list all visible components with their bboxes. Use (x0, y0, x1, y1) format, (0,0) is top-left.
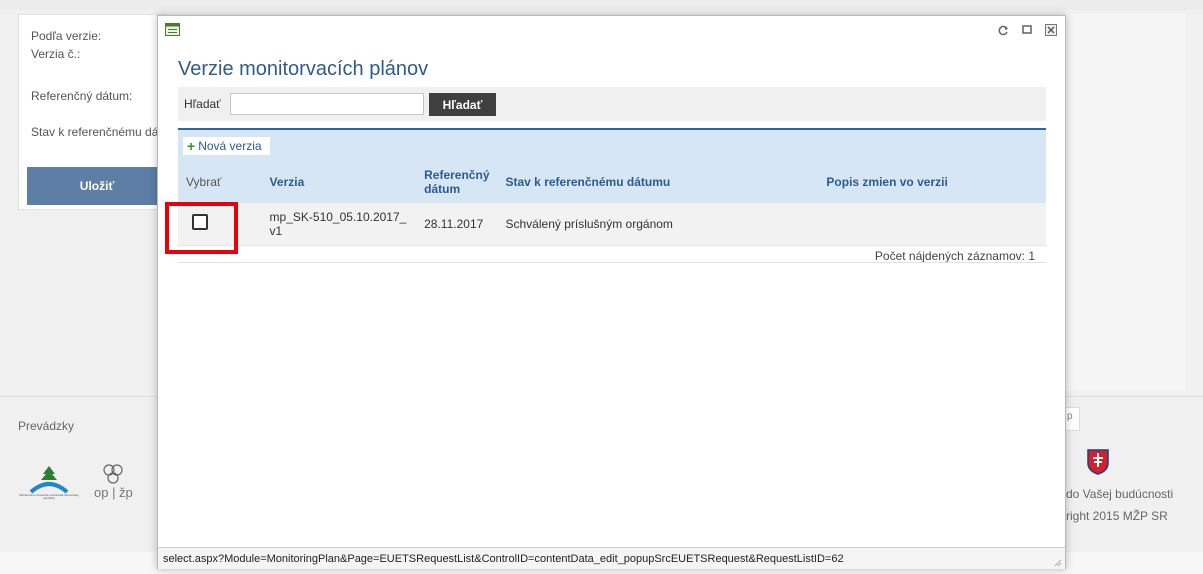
search-bar: Hľadať Hľadať (178, 87, 1046, 121)
col-header-description[interactable]: Popis zmien vo verzii (818, 161, 1046, 203)
ministry-logo: Ministerstvo životného prostredia Sloven… (18, 464, 80, 500)
op-zp-text: op | žp (94, 485, 133, 500)
description-cell (818, 203, 1046, 246)
version-form: Podľa verzie: Verzia č.: Referenčný dátu… (18, 14, 168, 210)
resize-grip-icon[interactable] (1054, 559, 1062, 567)
status-bar: select.aspx?Module=MonitoringPlan&Page=E… (158, 547, 1065, 569)
maximize-icon[interactable] (1021, 24, 1033, 36)
form-label-status: Stav k referenčnému dá (31, 125, 159, 139)
search-label: Hľadať (184, 97, 221, 111)
footer-credits: do Vašej budúcnosti right 2015 MŽP SR (1066, 445, 1173, 527)
form-label-by-version: Podľa verzie: (31, 29, 102, 43)
footer-copyright: right 2015 MŽP SR (1066, 509, 1168, 523)
top-strip (0, 0, 1203, 10)
status-cell: Schválený príslušným orgánom (497, 203, 819, 246)
footer-tab[interactable]: p (1064, 407, 1080, 431)
right-panel (1064, 14, 1186, 391)
refresh-icon[interactable] (997, 24, 1009, 36)
search-button[interactable]: Hľadať (429, 93, 496, 116)
table-header-row: Vybrať Verzia Referenčný dátum Stav k re… (178, 161, 1046, 203)
version-select-dialog: Verzie monitorvacích plánov Hľadať Hľada… (157, 15, 1066, 569)
window-list-icon (165, 23, 180, 36)
op-zp-logo: op | žp (94, 463, 133, 500)
col-header-version[interactable]: Verzia (261, 161, 417, 203)
version-cell: mp_SK-510_05.10.2017_v1 (261, 203, 417, 246)
new-version-label: Nová verzia (198, 139, 262, 153)
dialog-title: Verzie monitorvacích plánov (178, 58, 429, 80)
status-url: select.aspx?Module=MonitoringPlan&Page=E… (163, 553, 844, 565)
checkbox-highlight-frame (165, 202, 238, 254)
close-icon[interactable] (1045, 24, 1057, 36)
ref-date-cell: 28.11.2017 (416, 203, 498, 246)
col-header-ref-date[interactable]: Referenčný dátum (416, 161, 498, 203)
form-label-version-no: Verzia č.: (31, 47, 81, 61)
table-row[interactable]: mp_SK-510_05.10.2017_v1 28.11.2017 Schvá… (178, 203, 1046, 246)
ministry-logo-text: Ministerstvo životného prostredia Sloven… (19, 493, 79, 500)
col-header-select[interactable]: Vybrať (178, 161, 262, 203)
footer-tagline: do Vašej budúcnosti (1066, 487, 1174, 501)
save-button[interactable]: Uložiť (27, 167, 167, 205)
window-controls (997, 24, 1057, 36)
plus-icon: + (187, 138, 196, 154)
search-input[interactable] (230, 93, 424, 115)
footer-title: Prevádzky (18, 419, 75, 433)
knot-icon (103, 464, 123, 484)
dialog-titlebar[interactable] (158, 16, 1065, 46)
grid-bottom-rule (178, 262, 1046, 263)
record-count: Počet nájdených záznamov: 1 (874, 249, 1035, 263)
tree-bridge-icon (29, 465, 69, 494)
footer-logos: Ministerstvo životného prostredia Sloven… (18, 463, 133, 500)
col-header-status[interactable]: Stav k referenčnému dátumu (497, 161, 819, 203)
grid-toolbar: + Nová verzia (178, 130, 1046, 161)
versions-table: Vybrať Verzia Referenčný dátum Stav k re… (178, 161, 1046, 246)
new-version-button[interactable]: + Nová verzia (182, 136, 271, 156)
form-label-ref-date: Referenčný dátum: (31, 89, 133, 103)
